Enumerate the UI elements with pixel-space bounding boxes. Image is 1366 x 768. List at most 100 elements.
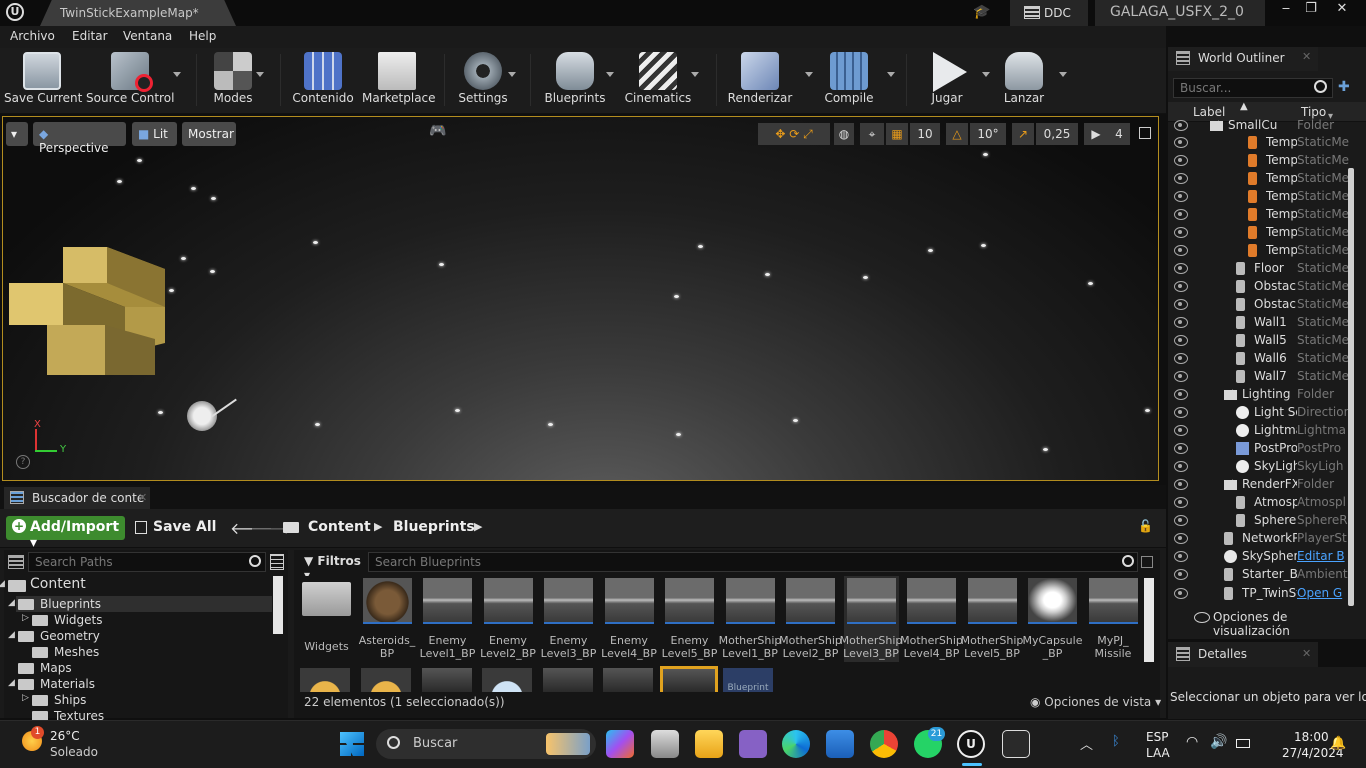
- outliner-actor-row[interactable]: PostPro PostPro: [1170, 440, 1356, 458]
- asset-tile[interactable]: MotherShip Level4_BP: [900, 576, 963, 662]
- visibility-eye-icon[interactable]: [1174, 281, 1188, 292]
- folder-tree-item[interactable]: Meshes: [6, 644, 272, 660]
- microsoft-store-icon[interactable]: [826, 730, 854, 758]
- outliner-add-icon[interactable]: ✚: [1338, 79, 1350, 95]
- unreal-engine-icon[interactable]: U: [957, 730, 985, 758]
- source-control-caret[interactable]: [173, 72, 181, 77]
- blueprints-caret[interactable]: [606, 72, 614, 77]
- visibility-eye-icon[interactable]: [1174, 263, 1188, 274]
- folder-tree-item[interactable]: ◢ Materials: [6, 676, 272, 692]
- asset-tile-partial[interactable]: [422, 668, 472, 692]
- cinematics-button[interactable]: Cinematics: [624, 50, 692, 110]
- edge-icon[interactable]: [782, 730, 810, 758]
- source-control-button[interactable]: Source Control: [86, 50, 174, 110]
- marketplace-button[interactable]: Marketplace: [362, 50, 436, 110]
- asset-tile[interactable]: Widgets: [299, 576, 354, 662]
- outliner-actor-row[interactable]: TemplStaticMe: [1170, 170, 1356, 188]
- breadcrumb-content[interactable]: Content: [308, 519, 371, 535]
- menu-archivo[interactable]: Archivo: [10, 29, 55, 43]
- outliner-scrollbar[interactable]: [1348, 168, 1354, 606]
- chrome-icon[interactable]: [870, 730, 898, 758]
- modes-button[interactable]: Modes: [204, 50, 262, 110]
- visibility-eye-icon[interactable]: [1174, 299, 1188, 310]
- asset-tile-partial[interactable]: [482, 668, 532, 692]
- visibility-eye-icon[interactable]: [1174, 443, 1188, 454]
- transform-tools[interactable]: ✥ ⟳ ⤢: [758, 123, 830, 145]
- asset-search-input[interactable]: Search Blueprints: [368, 552, 1138, 572]
- visual-studio-icon[interactable]: [739, 730, 767, 758]
- asset-tile-partial[interactable]: [361, 668, 411, 692]
- launch-caret[interactable]: [1059, 72, 1067, 77]
- expand-arrow-icon[interactable]: ◢: [8, 678, 15, 688]
- compile-button[interactable]: Compile: [818, 50, 880, 110]
- lock-icon[interactable]: 🔓: [1138, 519, 1153, 533]
- cube-cluster-mesh[interactable]: [5, 243, 170, 383]
- help-icon[interactable]: ?: [16, 455, 30, 469]
- notifications-bell-icon[interactable]: 🔔: [1330, 736, 1346, 751]
- outliner-actor-row[interactable]: ObstacleStaticMe: [1170, 278, 1356, 296]
- blueprints-button[interactable]: Blueprints: [542, 50, 608, 110]
- menu-ventana[interactable]: Ventana: [123, 29, 172, 43]
- outliner-actor-row[interactable]: TP_TwinSt Open G: [1170, 585, 1356, 603]
- asset-tile[interactable]: MotherShip Level3_BP: [840, 576, 902, 662]
- close-button[interactable]: ✕: [1328, 0, 1356, 20]
- asset-tile[interactable]: Enemy Level4_BP: [601, 576, 657, 662]
- camera-speed-icon[interactable]: ▶: [1084, 123, 1108, 145]
- details-tab-close-icon[interactable]: ✕: [1302, 647, 1311, 660]
- menu-editar[interactable]: Editar: [72, 29, 108, 43]
- settings-caret[interactable]: [508, 72, 516, 77]
- visibility-eye-icon[interactable]: [1174, 173, 1188, 184]
- path-search-input[interactable]: Search Paths: [28, 552, 266, 572]
- menu-help[interactable]: Help: [189, 29, 216, 43]
- asset-tile-blueprint[interactable]: Blueprint: [723, 668, 773, 693]
- visibility-eye-icon[interactable]: [1174, 515, 1188, 526]
- modes-caret[interactable]: [256, 72, 264, 77]
- outliner-actor-row[interactable]: SkyLigh SkyLigh: [1170, 458, 1356, 476]
- visibility-eye-icon[interactable]: [1174, 407, 1188, 418]
- grid-snap-icon[interactable]: ▦: [886, 123, 908, 145]
- asset-tile-partial[interactable]: [543, 668, 593, 692]
- minimize-button[interactable]: ‒: [1272, 0, 1300, 20]
- asset-tile[interactable]: MotherShip Level5_BP: [961, 576, 1023, 662]
- volume-icon[interactable]: 🔊: [1210, 734, 1227, 750]
- unreal-logo-icon[interactable]: U: [6, 3, 24, 21]
- outliner-actor-row[interactable]: TemplStaticMe: [1170, 242, 1356, 260]
- outliner-actor-row[interactable]: Starter_BaAmbient: [1170, 566, 1356, 584]
- folder-tree-item[interactable]: Maps: [6, 660, 272, 676]
- view-list-icon[interactable]: [270, 554, 284, 570]
- viewport-options-button[interactable]: ▾: [6, 122, 28, 146]
- visibility-eye-icon[interactable]: [1174, 533, 1188, 544]
- outliner-actor-row[interactable]: NetworkPl PlayerSt: [1170, 530, 1356, 548]
- world-local-icon[interactable]: ◍: [834, 123, 854, 145]
- graduation-cap-icon[interactable]: 🎓: [973, 4, 991, 22]
- weather-temp[interactable]: 26°C: [50, 729, 80, 743]
- rotation-snap-icon[interactable]: △: [946, 123, 968, 145]
- outliner-actor-row[interactable]: SphereRSphereR: [1170, 512, 1356, 530]
- collapsed-arrow-icon[interactable]: ▷: [22, 613, 29, 623]
- epic-games-icon[interactable]: [1002, 730, 1030, 758]
- world-outliner-tab[interactable]: World Outliner: [1168, 47, 1318, 71]
- build-caret[interactable]: [805, 72, 813, 77]
- paths-scrollbar[interactable]: [273, 576, 283, 634]
- player-start-icon[interactable]: 🎮: [429, 123, 447, 141]
- chevron-up-icon[interactable]: ︿: [1080, 734, 1093, 753]
- outliner-actor-row[interactable]: Floor StaticMe: [1170, 260, 1356, 278]
- save-all-button[interactable]: Save All: [153, 519, 216, 535]
- file-explorer-icon[interactable]: [695, 730, 723, 758]
- clock-time[interactable]: 18:00: [1294, 730, 1329, 744]
- outliner-folder-row[interactable]: ◢LightingFolder: [1170, 386, 1356, 404]
- outliner-actor-row[interactable]: Wall7 StaticMe: [1170, 368, 1356, 386]
- build-button[interactable]: Renderizar: [726, 50, 794, 110]
- asset-tile[interactable]: Asteroids_ BP: [359, 576, 415, 662]
- collapsed-arrow-icon[interactable]: ▷: [22, 693, 29, 703]
- visibility-eye-icon[interactable]: [1174, 317, 1188, 328]
- asset-tile[interactable]: MyCapsule _BP: [1023, 576, 1082, 662]
- visibility-eye-icon[interactable]: [1174, 120, 1188, 131]
- language-code[interactable]: ESP: [1146, 730, 1168, 744]
- scale-snap-value[interactable]: 0,25: [1036, 123, 1078, 145]
- asset-tile[interactable]: Enemy Level5_BP: [662, 576, 717, 662]
- visibility-eye-icon[interactable]: [1174, 461, 1188, 472]
- outliner-actor-row[interactable]: TemplStaticMe: [1170, 134, 1356, 152]
- folder-tree-item[interactable]: ◢ Blueprints: [8, 596, 272, 612]
- wifi-icon[interactable]: ◠: [1186, 734, 1198, 750]
